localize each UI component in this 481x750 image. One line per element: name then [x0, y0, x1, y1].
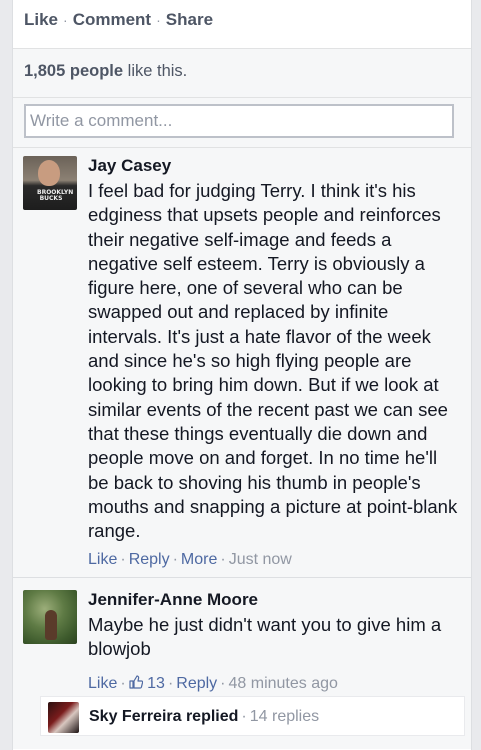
comment-timestamp[interactable]: 48 minutes ago: [229, 675, 338, 692]
like-action[interactable]: Like: [24, 10, 58, 29]
separator: ·: [172, 551, 178, 569]
comment-meta: Like · 13 · Reply · 48 minutes ago: [88, 674, 461, 694]
comment-body: Jennifer-Anne Moore Maybe he just didn't…: [88, 589, 461, 694]
avatar[interactable]: BROOKLYN BUCKS: [23, 156, 77, 210]
avatar-face: [38, 160, 60, 186]
comment-like-link[interactable]: Like: [88, 551, 117, 568]
reply-summary-text: Sky Ferreira replied · 14 replies: [89, 708, 319, 726]
comment-author[interactable]: Jay Casey: [88, 155, 461, 177]
comment-text: I feel bad for judging Terry. I think it…: [88, 180, 458, 542]
comment-like-link[interactable]: Like: [88, 675, 117, 692]
write-comment-input[interactable]: [24, 104, 454, 138]
reply-count: 14 replies: [249, 708, 320, 725]
share-action[interactable]: Share: [166, 10, 213, 29]
comment-body: Jay Casey I feel bad for judging Terry. …: [88, 155, 461, 570]
like-count[interactable]: 13: [129, 675, 165, 692]
comment-timestamp[interactable]: Just now: [229, 551, 292, 568]
write-comment-row: [13, 98, 471, 148]
comment-meta: Like · Reply · More · Just now: [88, 550, 461, 570]
likes-suffix: like this.: [123, 62, 188, 80]
post-actions-bar: Like · Comment · Share: [13, 0, 471, 49]
separator: ·: [120, 551, 126, 569]
comment-reply-link[interactable]: Reply: [129, 551, 170, 568]
avatar-figure: [45, 610, 57, 640]
comment-item: BROOKLYN BUCKS Jay Casey I feel bad for …: [13, 148, 471, 578]
separator: ·: [156, 12, 161, 28]
separator: ·: [63, 12, 68, 28]
post-card: Like · Comment · Share 1,805 people like thi…: [12, 0, 472, 750]
comment-more-link[interactable]: More: [181, 551, 217, 568]
likes-count-link[interactable]: 1,805 people: [24, 62, 123, 80]
avatar[interactable]: [23, 590, 77, 644]
reply-author: Sky Ferreira replied: [89, 708, 239, 725]
separator: ·: [220, 551, 226, 569]
likes-summary: 1,805 people like this.: [13, 49, 471, 98]
separator: ·: [120, 674, 126, 692]
comment-action[interactable]: Comment: [73, 10, 151, 29]
avatar-shirt-text: BROOKLYN BUCKS: [37, 189, 74, 202]
comment-text: Maybe he just didn't want you to give hi…: [88, 614, 442, 660]
thumbs-up-icon: [129, 674, 143, 689]
replies-summary-row[interactable]: Sky Ferreira replied · 14 replies: [40, 696, 465, 736]
like-count-value: 13: [147, 674, 165, 692]
separator: ·: [241, 708, 247, 725]
comment-reply-link[interactable]: Reply: [176, 675, 217, 692]
comment-author[interactable]: Jennifer-Anne Moore: [88, 589, 461, 611]
reply-avatar: [48, 702, 79, 733]
separator: ·: [220, 674, 226, 692]
separator: ·: [167, 674, 174, 692]
